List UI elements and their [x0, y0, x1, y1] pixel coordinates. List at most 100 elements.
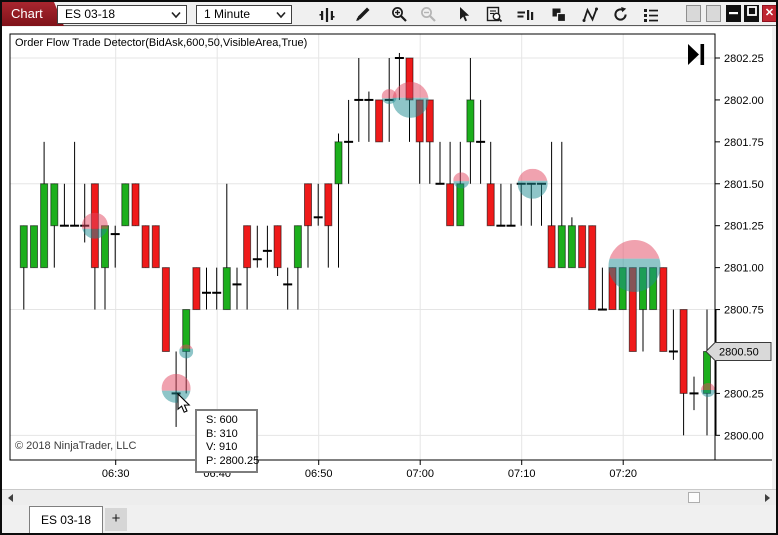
candle-close-dash: [253, 258, 262, 260]
instrument-dropdown[interactable]: ES 03-18: [57, 5, 187, 24]
trade-marker: [82, 213, 108, 239]
trade-marker: [453, 172, 469, 188]
close-button[interactable]: ✕: [762, 5, 777, 22]
candle-body: [152, 226, 159, 268]
price-tick-label: 2800.00: [724, 430, 764, 442]
candle-body: [142, 226, 149, 268]
tooltip-buy-line: B: 310: [206, 428, 252, 442]
candle-close-dash: [436, 183, 445, 185]
candle-close-dash: [212, 292, 221, 294]
trade-markers: [82, 82, 715, 403]
candle-close-dash: [344, 141, 353, 143]
candles: [20, 53, 720, 435]
blank-window-button[interactable]: [706, 5, 721, 22]
chart-canvas[interactable]: 2802.252802.002801.752801.502801.252801.…: [2, 27, 772, 489]
candle-body: [274, 226, 281, 268]
candle-body: [41, 184, 48, 268]
price-tick-label: 2801.50: [724, 179, 764, 191]
chart-region: 2802.252802.002801.752801.502801.252801.…: [2, 27, 772, 489]
price-tick-label: 2800.75: [724, 305, 764, 317]
candle-close-dash: [283, 283, 292, 285]
candle-body: [457, 184, 464, 226]
price-axis[interactable]: 2802.252802.002801.752801.502801.252801.…: [715, 53, 764, 442]
candle-close-dash: [395, 57, 404, 59]
trade-marker: [701, 383, 715, 397]
price-marker-tag: 2800.50: [706, 342, 771, 360]
blank-window-button[interactable]: [686, 5, 701, 22]
candle-close-dash: [364, 99, 373, 101]
period-dropdown[interactable]: 1 Minute: [196, 5, 292, 24]
candle-body: [568, 226, 575, 268]
candle-body: [558, 226, 565, 268]
candle-body: [305, 184, 312, 226]
mouse-cursor: [177, 393, 191, 414]
instrument-dropdown-value: ES 03-18: [65, 7, 115, 21]
chevron-down-icon: [171, 11, 181, 19]
time-tick-label: 06:50: [305, 468, 333, 480]
tooltip-sell-line: S: 600: [206, 414, 252, 428]
horizontal-scrollbar[interactable]: [2, 489, 776, 505]
minimize-button[interactable]: [726, 5, 741, 22]
copyright-label: © 2018 NinjaTrader, LLC: [15, 440, 136, 452]
candle-body: [244, 226, 251, 268]
candle-close-dash: [202, 292, 211, 294]
chart-inspect-icon[interactable]: [486, 6, 503, 23]
candle-close-dash: [314, 216, 323, 218]
layers-icon[interactable]: [550, 6, 567, 23]
candle-body: [589, 226, 596, 310]
candle-body: [335, 142, 342, 184]
candle-close-dash: [496, 225, 505, 227]
candle-close-dash: [263, 250, 272, 252]
candle-body: [294, 226, 301, 268]
candle-body: [51, 184, 58, 226]
maximize-button[interactable]: [744, 5, 759, 22]
chevron-down-icon: [276, 11, 286, 19]
zoom-out-icon[interactable]: [420, 6, 437, 23]
candle-close-dash: [70, 225, 79, 227]
candle-body: [447, 184, 454, 226]
cursor-icon[interactable]: [454, 6, 471, 23]
trade-marker: [179, 344, 193, 358]
go-to-latest-icon[interactable]: [688, 44, 706, 67]
candle-body: [162, 268, 169, 352]
zigzag-icon[interactable]: [582, 6, 599, 23]
tooltip-price-line: P: 2800.25: [206, 455, 252, 469]
chart-window-tab[interactable]: Chart: [2, 2, 64, 26]
time-axis[interactable]: 06:3006:4006:5007:0007:1007:20: [102, 460, 637, 480]
time-tick-label: 07:20: [609, 468, 637, 480]
candle-body: [376, 100, 383, 142]
scrollbar-thumb[interactable]: [688, 492, 700, 503]
data-box-icon[interactable]: [517, 6, 534, 23]
candle-body: [660, 268, 667, 352]
trade-marker: [609, 240, 661, 292]
time-tick-label: 07:00: [406, 468, 434, 480]
indicator-label: Order Flow Trade Detector(BidAsk,600,50,…: [15, 37, 307, 49]
candle-body: [20, 226, 27, 268]
price-tick-label: 2801.75: [724, 137, 764, 149]
scroll-right-arrow-icon[interactable]: [765, 494, 770, 502]
candle-body: [680, 310, 687, 394]
price-bars-icon[interactable]: [318, 6, 335, 23]
trade-marker: [518, 169, 548, 199]
add-tab-button[interactable]: +: [105, 508, 127, 531]
properties-icon[interactable]: [642, 6, 659, 23]
candle-close-dash: [354, 99, 363, 101]
reload-icon[interactable]: [612, 6, 629, 23]
candle-body: [548, 226, 555, 268]
price-tick-label: 2802.25: [724, 53, 764, 65]
pencil-icon[interactable]: [354, 6, 371, 23]
price-tick-label: 2800.25: [724, 388, 764, 400]
candle-close-dash: [476, 141, 485, 143]
candle-body: [467, 100, 474, 142]
tab-es-03-18[interactable]: ES 03-18: [29, 506, 103, 533]
titlebar: Chart ES 03-18 1 Minute: [2, 2, 776, 26]
candle-body: [132, 184, 139, 226]
price-tick-label: 2801.25: [724, 221, 764, 233]
candle-body: [122, 184, 129, 226]
current-price-label: 2800.50: [719, 346, 759, 358]
zoom-in-icon[interactable]: [391, 6, 408, 23]
candle-close-dash: [598, 309, 607, 311]
scroll-left-arrow-icon[interactable]: [8, 494, 13, 502]
candle-body: [223, 268, 230, 310]
candle-body: [579, 226, 586, 268]
